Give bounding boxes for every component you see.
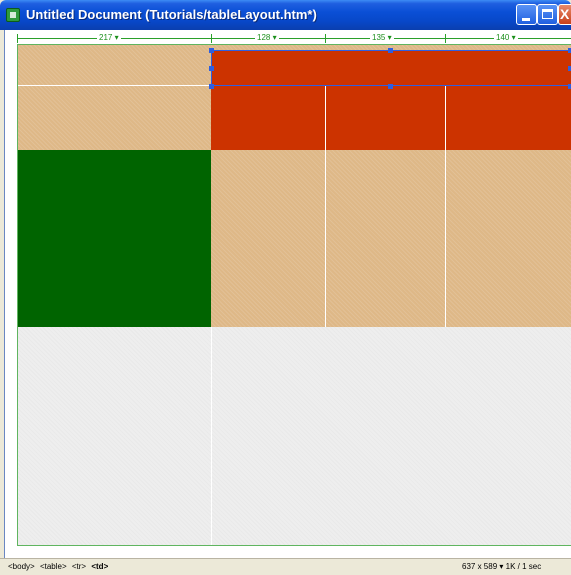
close-icon: X [560,6,570,22]
table-cell-r4c1[interactable] [18,327,211,545]
window-title: Untitled Document (Tutorials/tableLayout… [26,7,317,22]
table-cell-r2c1[interactable] [18,86,211,150]
status-info: 637 x 589 ▾ 1K / 1 sec [462,562,541,571]
ruler-tick [211,34,212,43]
selected-cell-outline [211,50,571,86]
table-cell-r3c3[interactable] [326,150,445,327]
column-width-menu-4[interactable]: 140 ▾ [494,32,518,43]
table-cell-r2c2[interactable] [211,86,325,150]
table-cell-r3c2[interactable] [211,150,325,327]
table-cell-r4-merged[interactable] [212,327,571,545]
dreamweaver-document-icon [6,8,20,22]
table-cell-r2c3[interactable] [326,86,445,150]
table-cell-r1c1[interactable] [18,45,211,85]
column-width-ruler: 217 ▾ 128 ▾ 135 ▾ 140 ▾ [17,32,571,44]
maximize-icon [542,9,553,19]
ruler-tick [325,34,326,43]
selection-handle[interactable] [209,66,214,71]
tag-tr[interactable]: <tr> [72,562,86,571]
tag-table[interactable]: <table> [40,562,67,571]
design-view[interactable]: 217 ▾ 128 ▾ 135 ▾ 140 ▾ [4,30,571,558]
table-cell-r3c4[interactable] [446,150,571,327]
selection-handle[interactable] [209,48,214,53]
status-bar: <body> <table> <tr> <td> 637 x 589 ▾ 1K … [0,558,571,575]
window-size-menu[interactable]: 637 x 589 ▾ [462,562,503,571]
maximize-button[interactable] [537,4,558,25]
ruler-tick [445,34,446,43]
download-time: 1K / 1 sec [505,562,542,571]
column-width-menu-2[interactable]: 128 ▾ [255,32,279,43]
selection-handle[interactable] [388,48,393,53]
selection-handle[interactable] [209,84,214,89]
column-width-menu-3[interactable]: 135 ▾ [370,32,394,43]
table-cell-r2c4[interactable] [446,86,571,150]
table-cell-r3c1[interactable] [18,150,211,327]
title-bar[interactable]: Untitled Document (Tutorials/tableLayout… [0,0,571,30]
tag-td[interactable]: <td> [91,562,108,571]
tag-body[interactable]: <body> [8,562,35,571]
minimize-button[interactable] [516,4,537,25]
ruler-tick [17,34,18,43]
tag-selector: <body> <table> <tr> <td> [8,562,108,571]
column-width-menu-1[interactable]: 217 ▾ [97,32,121,43]
document-window: Untitled Document (Tutorials/tableLayout… [0,0,571,575]
minimize-icon [522,18,530,21]
close-button[interactable]: X [558,4,571,25]
selection-handle[interactable] [388,84,393,89]
